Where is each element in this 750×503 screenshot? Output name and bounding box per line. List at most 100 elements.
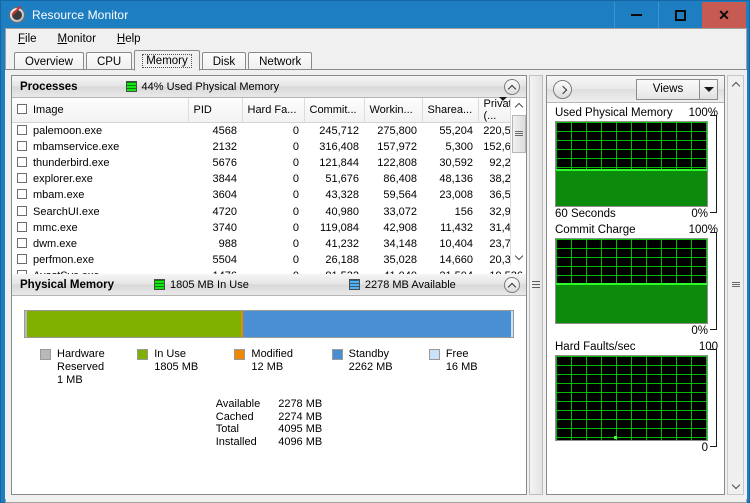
graph-x-label: 60 Seconds xyxy=(555,208,616,220)
left-pane: Processes 44% Used Physical Memory Image… xyxy=(11,75,527,495)
table-header-row: Image PID Hard Fa... Commit... Workin...… xyxy=(12,97,526,123)
views-dropdown-arrow[interactable] xyxy=(699,79,717,99)
row-checkbox[interactable] xyxy=(17,254,27,265)
close-button[interactable]: ✕ xyxy=(702,2,746,28)
table-row[interactable]: mmc.exe 3740 0 119,084 42,908 11,432 31,476 xyxy=(12,220,526,236)
physical-memory-header[interactable]: Physical Memory 1805 MB In Use 2278 MB A… xyxy=(12,274,526,296)
minimize-button[interactable] xyxy=(614,2,658,28)
cell-hard-faults: 0 xyxy=(292,156,299,169)
table-row[interactable]: palemoon.exe 4568 0 245,712 275,800 55,204 220… xyxy=(12,123,526,139)
legend-value: 2262 MB xyxy=(348,361,393,373)
cell-pid: 3604 xyxy=(212,189,237,202)
row-checkbox[interactable] xyxy=(17,237,27,248)
graph-axis-bracket xyxy=(710,349,717,447)
column-header-working-set[interactable]: Workin... xyxy=(364,98,423,123)
graph-title: Hard Faults/sec xyxy=(555,341,636,353)
table-row[interactable]: explorer.exe 3844 0 51,676 86,408 48,136 38,27… xyxy=(12,171,526,187)
menu-item-help[interactable]: Help xyxy=(113,31,150,47)
menu-item-monitor[interactable]: Monitor xyxy=(54,31,105,47)
memory-bar-segment-in-use xyxy=(27,311,241,337)
table-row[interactable]: mbam.exe 3604 0 43,328 59,564 23,008 36,556 xyxy=(12,187,526,203)
cell-shareable: 55,204 xyxy=(439,124,473,137)
cell-hard-faults: 0 xyxy=(292,124,299,137)
graph-hard-faults-per-sec: Hard Faults/sec 100 0 xyxy=(547,337,724,454)
memory-stat-row: Installed 4096 MB xyxy=(216,436,322,449)
grip-icon xyxy=(515,131,523,137)
table-row[interactable]: perfmon.exe 5504 0 26,188 35,028 14,660 20,368 xyxy=(12,252,526,268)
processes-header[interactable]: Processes 44% Used Physical Memory xyxy=(12,76,526,98)
cell-working-set: 59,564 xyxy=(383,189,417,202)
table-row[interactable]: dwm.exe 988 0 41,232 34,148 10,404 23,744 xyxy=(12,236,526,252)
in-use-summary: 1805 MB In Use xyxy=(153,278,249,291)
graph-footer: 0 xyxy=(555,442,718,454)
processes-scrollbar[interactable] xyxy=(510,98,526,265)
cell-hard-faults: 0 xyxy=(292,173,299,186)
memory-bar-container xyxy=(12,296,526,338)
row-checkbox[interactable] xyxy=(17,221,27,232)
right-pane-scrollbar[interactable] xyxy=(727,75,744,495)
column-header-commit[interactable]: Commit... xyxy=(304,98,365,123)
row-checkbox[interactable] xyxy=(17,173,27,184)
row-checkbox[interactable] xyxy=(17,189,27,200)
menu-accel: M xyxy=(57,32,68,45)
graph-footer: 60 Seconds 0% xyxy=(555,208,718,220)
legend-swatch-icon xyxy=(137,349,149,360)
in-use-label: 1805 MB In Use xyxy=(169,278,249,291)
scrollbar-thumb[interactable] xyxy=(512,115,526,153)
scroll-up-button[interactable] xyxy=(511,98,526,114)
views-button[interactable]: Views xyxy=(636,78,718,100)
expand-graphs-button[interactable] xyxy=(553,79,572,99)
physical-memory-collapse-button[interactable] xyxy=(504,277,520,293)
memory-stat-row: Total 4095 MB xyxy=(216,423,322,436)
row-checkbox[interactable] xyxy=(17,124,27,135)
menu-item-file[interactable]: File xyxy=(14,31,46,47)
scrollbar-thumb[interactable] xyxy=(728,93,743,477)
cell-hard-faults: 0 xyxy=(292,254,299,267)
available-swatch-icon xyxy=(348,279,360,290)
cell-pid: 5504 xyxy=(212,254,237,267)
graphs-container: Used Physical Memory 100% 60 Seconds 0% Comm… xyxy=(547,103,724,454)
column-header-shareable[interactable]: Sharea... xyxy=(422,98,479,123)
select-all-checkbox[interactable] xyxy=(17,104,27,114)
stat-value: 4095 MB xyxy=(278,423,323,436)
column-header-hard-faults[interactable]: Hard Fa... xyxy=(242,98,305,123)
pane-splitter[interactable] xyxy=(529,75,543,495)
cell-hard-faults: 0 xyxy=(292,205,299,218)
processes-title: Processes xyxy=(20,80,78,93)
table-row[interactable]: SearchUI.exe 4720 0 40,980 33,072 156 32,916 xyxy=(12,203,526,219)
stat-label: Cached xyxy=(215,410,254,423)
scroll-up-button[interactable] xyxy=(728,76,743,93)
cell-image: palemoon.exe xyxy=(12,123,188,139)
table-row[interactable]: mbamservice.exe 2132 0 316,408 157,972 5,300 1… xyxy=(12,139,526,155)
cell-shareable: 23,008 xyxy=(439,189,473,202)
row-checkbox[interactable] xyxy=(17,205,27,216)
cell-working-set: 275,800 xyxy=(377,124,417,137)
resource-monitor-icon xyxy=(9,6,25,23)
window-bottom-edge xyxy=(5,499,747,503)
legend-item-in-use: In Use 1805 MB xyxy=(137,348,234,387)
row-checkbox[interactable] xyxy=(17,140,27,151)
scroll-down-button[interactable] xyxy=(728,477,743,494)
column-header-pid[interactable]: PID xyxy=(188,98,243,123)
column-header-image[interactable]: Image xyxy=(12,98,189,123)
used-memory-swatch-icon xyxy=(125,81,137,92)
graph-min-label: 0% xyxy=(691,208,708,220)
table-row[interactable]: thunderbird.exe 5676 0 121,844 122,808 30,592… xyxy=(12,155,526,171)
legend-item-standby: Standby 2262 MB xyxy=(331,348,429,387)
memory-stats: Available 2278 MB Cached 2274 MB Total 4095 M… xyxy=(12,398,526,448)
close-icon: ✕ xyxy=(718,7,730,23)
title-bar[interactable]: Resource Monitor ✕ xyxy=(1,1,749,28)
tab-memory[interactable]: Memory xyxy=(134,50,200,71)
legend-swatch-icon xyxy=(234,349,246,360)
scrollbar-track[interactable] xyxy=(728,93,743,477)
row-checkbox[interactable] xyxy=(17,156,27,167)
cell-commit: 41,232 xyxy=(325,237,359,250)
chevron-down-icon xyxy=(514,251,523,261)
maximize-button[interactable] xyxy=(658,2,702,28)
processes-collapse-button[interactable] xyxy=(504,79,520,95)
cell-image: mbam.exe xyxy=(12,187,188,203)
cell-image: thunderbird.exe xyxy=(12,155,188,171)
processes-summary-label: 44% Used Physical Memory xyxy=(141,80,280,93)
cell-pid: 2132 xyxy=(212,140,237,153)
scroll-down-button[interactable] xyxy=(511,249,526,265)
